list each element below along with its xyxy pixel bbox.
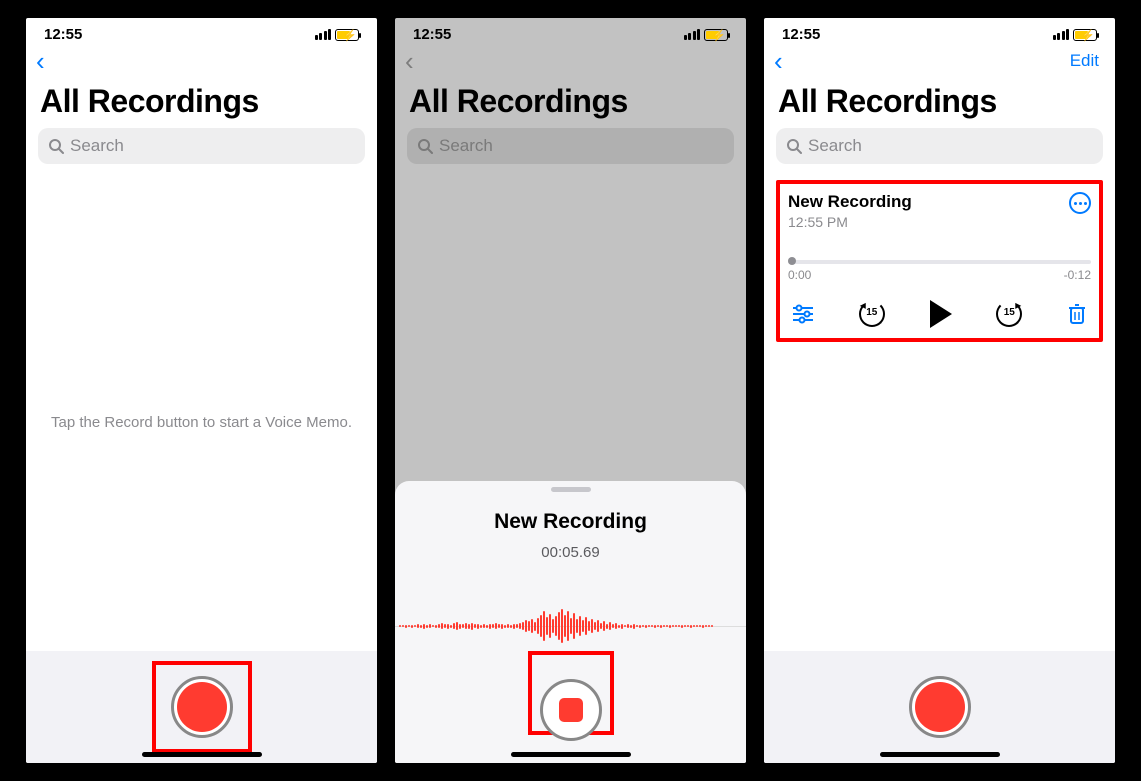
status-icons: ⚡ [315, 29, 360, 41]
status-bar: 12:55 ⚡ [764, 18, 1115, 45]
status-time: 12:55 [782, 26, 820, 43]
screen-recording-saved: 12:55 ⚡ ‹ Edit All Recordings New Record… [764, 18, 1115, 763]
edit-button[interactable]: Edit [1070, 51, 1105, 71]
page-title: All Recordings [764, 79, 1115, 128]
ellipsis-icon [1074, 202, 1087, 205]
search-field[interactable] [38, 128, 365, 164]
stop-icon [559, 698, 583, 722]
back-button[interactable]: ‹ [36, 48, 45, 74]
search-icon [786, 138, 802, 154]
trash-icon [1067, 303, 1087, 325]
search-input[interactable] [70, 136, 355, 156]
delete-button[interactable] [1067, 303, 1087, 325]
nav-bar: ‹ [26, 45, 377, 79]
record-icon [177, 682, 227, 732]
skip-forward-15-button[interactable]: ▸ 15 [995, 300, 1023, 328]
scrubber[interactable] [788, 260, 1091, 264]
sheet-grabber[interactable] [551, 487, 591, 492]
play-button[interactable] [930, 300, 952, 328]
battery-icon: ⚡ [704, 29, 728, 41]
battery-icon: ⚡ [335, 29, 359, 41]
search-icon [48, 138, 64, 154]
screen-recording-active: 12:55 ⚡ ‹ All Recordings New Recording 0… [395, 18, 746, 763]
cellular-icon [684, 29, 701, 40]
page-title: All Recordings [395, 79, 746, 128]
skip-back-15-button[interactable]: ◂ 15 [858, 300, 886, 328]
status-bar: 12:55 ⚡ [26, 18, 377, 45]
cellular-icon [315, 29, 332, 40]
battery-icon: ⚡ [1073, 29, 1097, 41]
record-button[interactable] [171, 676, 233, 738]
status-time: 12:55 [44, 26, 82, 43]
options-button[interactable] [792, 304, 814, 324]
recording-name: New Recording [494, 510, 647, 534]
record-icon [915, 682, 965, 732]
more-button[interactable] [1069, 192, 1091, 214]
search-field[interactable] [776, 128, 1103, 164]
recording-title: New Recording [788, 192, 912, 212]
record-toolbar [764, 651, 1115, 763]
time-remaining: -0:12 [1064, 268, 1091, 282]
recording-timer: 00:05.69 [541, 544, 599, 561]
recording-card[interactable]: New Recording 12:55 PM 0:00 -0:12 [776, 180, 1103, 342]
status-icons: ⚡ [684, 29, 729, 41]
play-icon [930, 300, 952, 328]
nav-bar: ‹ [395, 45, 746, 79]
record-toolbar [26, 651, 377, 763]
recording-timestamp: 12:55 PM [788, 214, 912, 230]
home-indicator[interactable] [511, 752, 631, 757]
status-bar: 12:55 ⚡ [395, 18, 746, 45]
back-button[interactable]: ‹ [405, 48, 414, 74]
empty-hint: Tap the Record button to start a Voice M… [26, 414, 377, 431]
waveform [395, 591, 746, 661]
stop-button[interactable] [540, 679, 602, 741]
search-icon [417, 138, 433, 154]
screen-empty-state: 12:55 ⚡ ‹ All Recordings Tap the Record … [26, 18, 377, 763]
time-elapsed: 0:00 [788, 268, 811, 282]
sliders-icon [792, 304, 814, 324]
home-indicator[interactable] [880, 752, 1000, 757]
status-icons: ⚡ [1053, 29, 1098, 41]
status-time: 12:55 [413, 26, 451, 43]
cellular-icon [1053, 29, 1070, 40]
search-input[interactable] [439, 136, 724, 156]
page-title: All Recordings [26, 79, 377, 128]
back-button[interactable]: ‹ [774, 48, 783, 74]
record-button[interactable] [909, 676, 971, 738]
nav-bar: ‹ Edit [764, 45, 1115, 79]
home-indicator[interactable] [142, 752, 262, 757]
search-field[interactable] [407, 128, 734, 164]
search-input[interactable] [808, 136, 1093, 156]
scrubber-knob[interactable] [788, 257, 796, 265]
recording-sheet: New Recording 00:05.69 [395, 481, 746, 763]
